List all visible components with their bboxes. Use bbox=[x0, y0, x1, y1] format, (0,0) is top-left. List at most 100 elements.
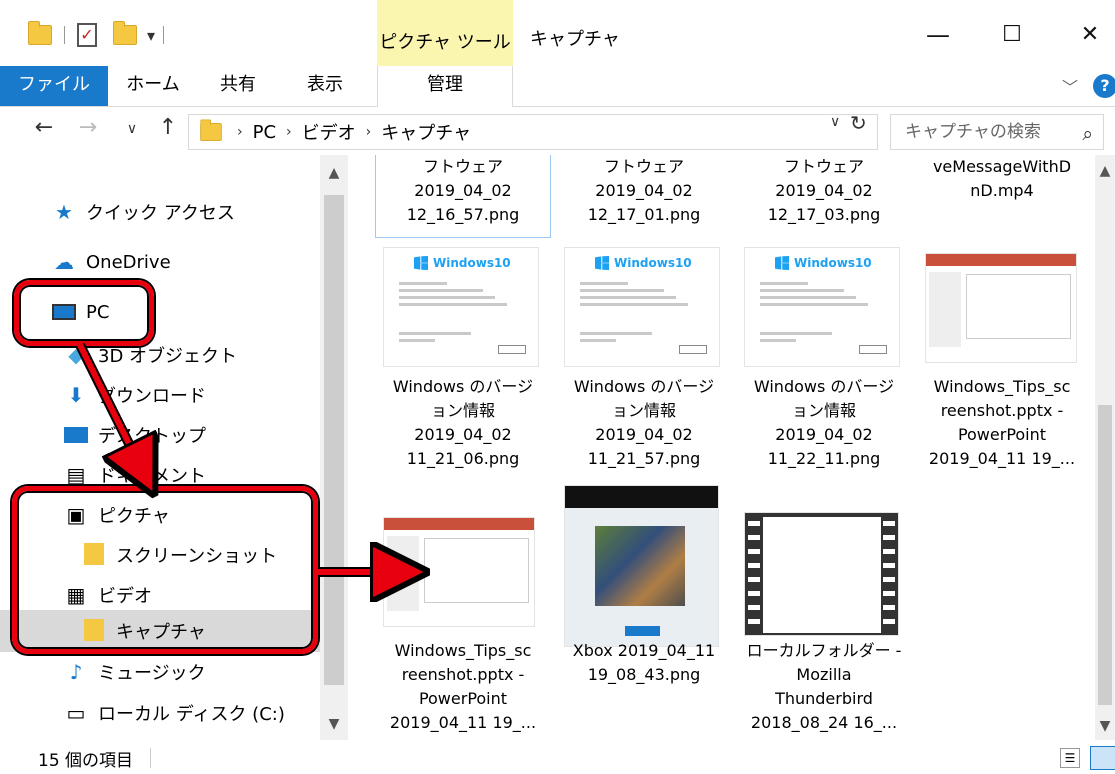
scroll-up-icon[interactable]: ▲ bbox=[320, 165, 348, 181]
scroll-up-icon[interactable]: ▲ bbox=[1095, 163, 1115, 179]
nav-item-downloads[interactable]: ⬇ ダウンロード bbox=[0, 375, 320, 415]
video-thumbnail[interactable] bbox=[744, 512, 899, 636]
back-button[interactable]: ← bbox=[28, 115, 60, 140]
tab-share[interactable]: 共有 bbox=[208, 66, 268, 106]
xbox-button-graphic bbox=[625, 626, 660, 636]
nav-item-quick-access[interactable]: ★ クイック アクセス bbox=[0, 192, 320, 232]
file-item[interactable]: Xbox 2019_04_11 19_08_43.png bbox=[556, 639, 732, 687]
address-dropdown-icon[interactable]: ∨ bbox=[830, 114, 840, 130]
close-button[interactable]: ✕ bbox=[1070, 18, 1110, 52]
nav-item-label: ダウンロード bbox=[98, 386, 206, 407]
thumb-caption: Windows10 bbox=[614, 256, 692, 270]
tab-manage[interactable]: 管理 bbox=[377, 66, 513, 107]
file-name-line: フトウェア bbox=[422, 157, 503, 176]
recent-locations-icon[interactable]: ∨ bbox=[116, 121, 148, 137]
file-item[interactable]: Windows のバージ ョン情報 2019_04_02 11_22_11.pn… bbox=[736, 375, 912, 471]
file-item[interactable]: フトウェア 2019_04_02 12_17_01.png bbox=[556, 155, 732, 227]
chevron-right-icon[interactable]: › bbox=[366, 124, 372, 140]
properties-icon[interactable]: ✓ bbox=[77, 23, 97, 47]
file-name-line: veMessageWithD bbox=[932, 157, 1072, 176]
cloud-icon: ☁ bbox=[54, 250, 74, 274]
file-name-line: フトウェア bbox=[603, 157, 684, 176]
drive-icon: ▭ bbox=[66, 701, 86, 725]
file-name-line: ョン情報 bbox=[791, 401, 856, 420]
video-frame-graphic bbox=[763, 517, 881, 633]
file-item[interactable]: ローカルフォルダー - Mozilla Thunderbird 2018_08_… bbox=[736, 639, 912, 735]
chevron-right-icon[interactable]: › bbox=[237, 124, 243, 140]
pptx-thumbnail[interactable] bbox=[925, 253, 1077, 363]
context-tool-group: ピクチャ ツール bbox=[377, 0, 513, 66]
star-icon: ★ bbox=[55, 200, 73, 224]
refresh-icon[interactable]: ↻ bbox=[850, 111, 867, 135]
explorer-window: ✓ ▾ ピクチャ ツール キャプチャ — ☐ ✕ ファイル ホーム 共有 表示 … bbox=[0, 0, 1115, 774]
file-name-line: 2019_04_11 19_... bbox=[928, 449, 1076, 468]
title-bar: ✓ ▾ ピクチャ ツール キャプチャ — ☐ ✕ bbox=[0, 0, 1115, 66]
file-item[interactable]: Windows_Tips_sc reenshot.pptx - PowerPoi… bbox=[375, 639, 551, 735]
help-button[interactable]: ? bbox=[1093, 74, 1115, 98]
file-name-line: 2019_04_02 bbox=[595, 425, 693, 444]
ppt-slide-pane-graphic bbox=[387, 536, 419, 611]
windows10-label: Windows10 bbox=[775, 256, 872, 270]
file-item[interactable]: Windows_Tips_sc reenshot.pptx - PowerPoi… bbox=[914, 375, 1090, 471]
file-name-line: ョン情報 bbox=[430, 401, 495, 420]
large-icons-view-icon[interactable] bbox=[1090, 746, 1115, 770]
tab-file[interactable]: ファイル bbox=[0, 66, 108, 106]
nav-item-music[interactable]: ♪ ミュージック bbox=[0, 652, 320, 692]
folder-icon[interactable] bbox=[28, 21, 52, 45]
nav-item-onedrive[interactable]: ☁ OneDrive bbox=[0, 242, 320, 282]
scroll-thumb[interactable] bbox=[1098, 405, 1112, 705]
up-button[interactable]: ↑ bbox=[152, 115, 184, 140]
maximize-button[interactable]: ☐ bbox=[992, 18, 1032, 52]
expand-ribbon-icon[interactable]: ﹀ bbox=[1062, 74, 1078, 98]
new-folder-icon[interactable] bbox=[113, 21, 137, 45]
file-item[interactable]: Windows のバージ ョン情報 2019_04_02 11_21_06.pn… bbox=[375, 375, 551, 471]
windows-logo-icon bbox=[595, 256, 609, 270]
file-name-line: 12_16_57.png bbox=[406, 205, 520, 224]
pptx-thumbnail[interactable] bbox=[383, 517, 535, 627]
file-name-line: PowerPoint bbox=[418, 689, 508, 708]
file-name-line: 2019_04_11 19_... bbox=[389, 713, 537, 732]
file-list: フトウェア 2019_04_02 12_16_57.png フトウェア 2019… bbox=[348, 155, 1115, 740]
scroll-down-icon[interactable]: ▼ bbox=[1095, 718, 1115, 734]
scroll-down-icon[interactable]: ▼ bbox=[320, 716, 348, 732]
nav-item-local-disk[interactable]: ▭ ローカル ディスク (C:) bbox=[0, 693, 320, 733]
file-name-line: Windows_Tips_sc bbox=[933, 377, 1071, 396]
details-view-icon[interactable]: ☰ bbox=[1060, 748, 1080, 768]
ppt-slide-pane-graphic bbox=[929, 272, 961, 347]
xbox-thumbnail[interactable] bbox=[564, 485, 719, 647]
file-name-line: Thunderbird bbox=[775, 689, 873, 708]
file-name-line: Mozilla bbox=[796, 665, 852, 684]
window-title: キャプチャ bbox=[530, 29, 620, 50]
image-thumbnail[interactable]: Windows10 bbox=[564, 247, 720, 367]
file-item[interactable]: veMessageWithD nD.mp4 bbox=[914, 155, 1090, 203]
file-item[interactable]: フトウェア 2019_04_02 12_16_57.png bbox=[375, 155, 551, 238]
forward-button[interactable]: → bbox=[72, 115, 104, 140]
quick-access-toolbar: ✓ ▾ bbox=[28, 18, 176, 52]
file-item[interactable]: Windows のバージ ョン情報 2019_04_02 11_21_57.pn… bbox=[556, 375, 732, 471]
file-scrollbar[interactable]: ▲ ▼ bbox=[1095, 155, 1115, 740]
breadcrumb-pc[interactable]: PC bbox=[253, 122, 276, 143]
tab-home[interactable]: ホーム bbox=[118, 66, 188, 106]
image-thumbnail[interactable]: Windows10 bbox=[383, 247, 539, 367]
file-name-line: 2019_04_02 bbox=[775, 425, 873, 444]
breadcrumb-capture[interactable]: キャプチャ bbox=[381, 119, 471, 145]
breadcrumb-video[interactable]: ビデオ bbox=[302, 119, 356, 145]
search-box[interactable]: キャプチャの検索 ⌕ bbox=[890, 114, 1104, 150]
nav-item-desktop[interactable]: デスクトップ bbox=[0, 415, 320, 455]
cube-icon: ◆ bbox=[68, 343, 84, 367]
file-item[interactable]: フトウェア 2019_04_02 12_17_03.png bbox=[736, 155, 912, 227]
scroll-thumb[interactable] bbox=[324, 195, 344, 685]
search-icon[interactable]: ⌕ bbox=[1082, 117, 1093, 151]
chevron-right-icon[interactable]: › bbox=[286, 124, 292, 140]
ok-button-graphic bbox=[679, 345, 707, 354]
separator bbox=[64, 26, 65, 44]
tab-view[interactable]: 表示 bbox=[295, 66, 355, 106]
file-name-line: 12_17_01.png bbox=[587, 205, 701, 224]
minimize-button[interactable]: — bbox=[918, 18, 958, 52]
address-bar[interactable]: › PC › ビデオ › キャプチャ bbox=[188, 114, 878, 150]
folder-icon bbox=[200, 119, 222, 141]
nav-scrollbar[interactable]: ▲ ▼ bbox=[320, 155, 348, 740]
image-thumbnail[interactable]: Windows10 bbox=[744, 247, 900, 367]
file-name-line: 11_22_11.png bbox=[767, 449, 881, 468]
customize-qat-icon[interactable]: ▾ bbox=[147, 26, 155, 45]
